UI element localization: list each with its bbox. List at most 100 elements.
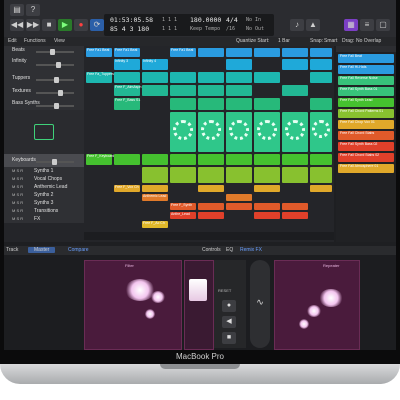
pattern-cell[interactable] <box>226 112 252 152</box>
stop-icon[interactable]: ■ <box>42 19 56 31</box>
cell[interactable]: Infinity 4 <box>142 59 168 70</box>
region[interactable]: Free Fall Hi-Hats <box>338 65 394 74</box>
cell[interactable] <box>198 72 224 83</box>
region[interactable]: Free Fall Synth Bass 02 <box>338 142 394 151</box>
cell[interactable] <box>254 167 280 183</box>
cell[interactable] <box>254 154 280 165</box>
track-header[interactable]: Tuppers <box>4 70 84 84</box>
gater-strip[interactable] <box>184 260 214 350</box>
remix-fx-tab[interactable]: Remix FX <box>240 247 262 253</box>
stop-fx-icon[interactable]: ■ <box>222 332 236 344</box>
track-header[interactable]: Textures <box>4 83 84 97</box>
cell[interactable]: Anthe_Lead <box>170 212 196 219</box>
pattern-cell[interactable] <box>254 112 280 152</box>
cell[interactable] <box>142 185 168 192</box>
cell[interactable] <box>142 167 168 183</box>
cell[interactable] <box>142 154 168 165</box>
cell[interactable] <box>310 59 332 70</box>
reset-button[interactable]: RESET <box>218 288 231 293</box>
tuner-icon[interactable]: ♪ <box>290 19 304 31</box>
cell[interactable]: Free F_Synth <box>170 203 196 210</box>
region[interactable]: Free Fall Beat <box>338 54 394 63</box>
cell[interactable]: Infinity 3 <box>114 59 140 70</box>
track-header[interactable]: Bass Synths <box>4 96 84 111</box>
cell[interactable] <box>114 72 140 83</box>
master-tab[interactable]: Master <box>28 247 56 253</box>
cell[interactable] <box>198 203 224 210</box>
region[interactable]: Free Fall Chord Stabs <box>338 131 394 140</box>
filter-xy-pad[interactable]: Filter <box>84 260 182 350</box>
cell[interactable] <box>226 98 252 110</box>
lcd-signature[interactable]: 4/4 <box>226 16 238 24</box>
cell[interactable] <box>310 185 332 192</box>
pattern-cell[interactable] <box>310 112 332 152</box>
pattern-cell[interactable] <box>282 112 308 152</box>
cell[interactable] <box>198 98 224 110</box>
cell[interactable] <box>310 167 332 183</box>
cell[interactable] <box>226 154 252 165</box>
cell[interactable] <box>282 203 308 210</box>
cell[interactable] <box>170 154 196 165</box>
cell[interactable]: Free Fa_Tuppers <box>86 72 114 83</box>
cell[interactable] <box>226 48 252 57</box>
cell[interactable]: Free Fa1 Beat <box>170 48 196 57</box>
cell[interactable] <box>254 98 280 110</box>
cell[interactable] <box>226 59 252 70</box>
drag-value[interactable]: No Overlap <box>356 38 381 44</box>
quantize-value[interactable]: 1 Bar <box>278 38 290 44</box>
cell[interactable] <box>254 48 280 57</box>
cell[interactable] <box>282 167 308 183</box>
controls-tab[interactable]: Controls <box>202 247 221 253</box>
region[interactable]: Free Fall Synth Bass 01 <box>338 87 394 96</box>
region[interactable]: Free Fall Atmosphere 01 <box>338 164 394 173</box>
cell[interactable] <box>226 85 252 96</box>
cell[interactable] <box>254 203 280 210</box>
cell[interactable] <box>198 154 224 165</box>
rewind-icon[interactable]: ◀◀ <box>10 19 24 31</box>
region[interactable]: Free Fall Chord Stabs 02 <box>338 153 394 162</box>
snap-value[interactable]: Smart <box>324 38 337 44</box>
cell[interactable] <box>198 85 224 96</box>
cell[interactable]: Free F_Vox Ch <box>114 185 140 192</box>
record-icon[interactable]: ● <box>74 19 88 31</box>
compare-button[interactable]: Compare <box>68 247 89 253</box>
cell[interactable] <box>198 212 224 219</box>
cell[interactable] <box>282 154 308 165</box>
cell[interactable] <box>310 72 332 83</box>
record-fx-icon[interactable]: ● <box>222 300 236 312</box>
cell[interactable]: Anthemic Lead <box>142 194 168 201</box>
cell[interactable] <box>254 185 280 192</box>
cell[interactable] <box>282 85 308 96</box>
cell[interactable] <box>254 212 280 219</box>
cell[interactable] <box>170 167 196 183</box>
lcd-tempo-mode[interactable]: Keep Tempo <box>190 26 220 32</box>
browser-icon[interactable]: ▢ <box>376 19 390 31</box>
play-icon[interactable]: ▶ <box>58 19 72 31</box>
cell[interactable] <box>170 72 196 83</box>
cycle-icon[interactable]: ⟳ <box>90 19 104 31</box>
cell[interactable] <box>282 59 308 70</box>
help-icon[interactable]: ? <box>26 4 40 16</box>
lcd-division[interactable]: /16 <box>226 26 235 32</box>
pattern-cell[interactable] <box>170 112 196 152</box>
note-pad-icon[interactable]: ≡ <box>360 19 374 31</box>
region[interactable]: Free Fall Chop Vox 01 <box>338 120 394 129</box>
cell[interactable] <box>170 85 196 96</box>
cell[interactable] <box>170 98 196 110</box>
cell[interactable] <box>226 194 252 201</box>
library-icon[interactable]: ▤ <box>10 4 24 16</box>
metronome-icon[interactable]: ▲ <box>306 19 320 31</box>
cell[interactable] <box>282 212 308 219</box>
lcd-tempo[interactable]: 180.0000 <box>190 16 221 24</box>
cell[interactable] <box>198 48 224 57</box>
pattern-cell[interactable] <box>198 112 224 152</box>
repeater-xy-pad[interactable]: Repeater <box>274 260 360 350</box>
region[interactable]: Free Fall Chord Patterns 01 <box>338 109 394 118</box>
view-menu[interactable]: View <box>54 38 65 44</box>
cell[interactable] <box>198 185 224 192</box>
track-header[interactable]: Keyboards <box>4 154 84 168</box>
region[interactable]: Free Fall Synth Lead <box>338 98 394 107</box>
edit-menu[interactable]: Edit <box>8 38 17 44</box>
cell[interactable] <box>226 72 252 83</box>
cell[interactable]: Free F_Bass S1 <box>114 98 140 110</box>
